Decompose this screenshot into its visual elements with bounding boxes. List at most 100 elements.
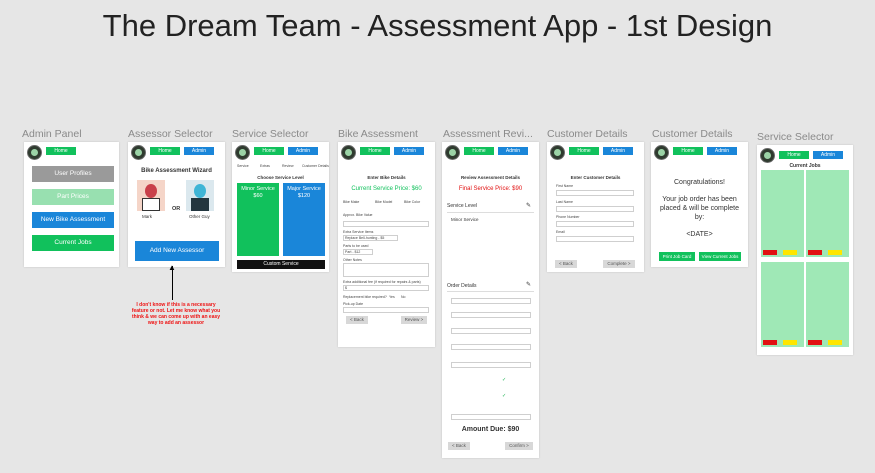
step-service: Service xyxy=(237,164,249,168)
phone-input[interactable] xyxy=(556,221,634,227)
edit-service-icon[interactable]: ✎ xyxy=(526,202,531,209)
service-level-title: Service Level xyxy=(447,203,478,209)
divider xyxy=(447,212,534,213)
back-button[interactable]: < Back xyxy=(346,316,368,324)
bike-assessment-screen: Home Admin Enter Bike Details Current Se… xyxy=(338,142,435,347)
assessor-note: I don't know if this is a necessary feat… xyxy=(131,302,221,326)
home-button[interactable]: Home xyxy=(673,147,703,155)
major-title: Major Service xyxy=(287,186,321,192)
current-jobs-screen: Home Admin Current Jobs xyxy=(757,145,853,355)
logo-icon xyxy=(445,145,460,160)
label-bike-make: Bike Make xyxy=(343,200,360,204)
label-bike-assessment: Bike Assessment xyxy=(338,128,418,140)
minor-title: Minor Service xyxy=(241,186,275,192)
view-current-jobs-button[interactable]: View Current Jobs xyxy=(699,252,741,261)
admin-button[interactable]: Admin xyxy=(288,147,318,155)
label-admin-panel: Admin Panel xyxy=(22,128,82,140)
home-button[interactable]: Home xyxy=(46,147,76,155)
home-button[interactable]: Home xyxy=(254,147,284,155)
logo-icon xyxy=(654,145,669,160)
label-parts: Parts to be used xyxy=(343,244,369,248)
admin-button[interactable]: Admin xyxy=(603,147,633,155)
admin-button[interactable]: Admin xyxy=(184,147,214,155)
customer-heading: Enter Customer Details xyxy=(570,175,621,180)
label-service-selector: Service Selector xyxy=(232,128,309,140)
logo-icon xyxy=(341,145,356,160)
assessor-avatar-other[interactable] xyxy=(186,180,214,211)
review-heading: Review Assessment Details xyxy=(460,175,521,180)
job-card[interactable] xyxy=(806,262,849,347)
parts-select[interactable]: Part - $12 xyxy=(343,249,373,255)
label-last-name: Last Name xyxy=(556,200,573,204)
label-customer-details-1: Customer Details xyxy=(547,128,628,140)
back-button[interactable]: < Back xyxy=(555,260,577,268)
major-service-card[interactable]: Major Service $120 xyxy=(283,183,325,256)
check-icon: ✓ xyxy=(502,393,507,399)
current-price: Current Service Price: $60 xyxy=(351,186,422,192)
add-assessor-button[interactable]: Add New Assessor xyxy=(135,241,219,261)
replacement-yes[interactable]: Yes xyxy=(389,295,395,299)
other-notes-input[interactable] xyxy=(343,263,429,277)
label-pickup: Pick-up Date xyxy=(343,302,364,306)
major-price: $120 xyxy=(297,193,311,199)
review-button[interactable]: Review > xyxy=(401,316,427,324)
assessor-avatar-mark[interactable] xyxy=(137,180,165,211)
confirm-message: Your job order has been placed & will be… xyxy=(660,196,739,221)
label-customer-details-2: Customer Details xyxy=(652,128,733,140)
last-name-input[interactable] xyxy=(556,206,634,212)
first-name-input[interactable] xyxy=(556,190,634,196)
wizard-heading: Bike Assessment Wizard xyxy=(141,168,212,174)
label-bike-model: Bike Model xyxy=(375,200,393,204)
part-prices-button[interactable]: Part Prices xyxy=(32,189,114,205)
job-card[interactable] xyxy=(761,262,804,347)
print-job-card-button[interactable]: Print Job Card xyxy=(659,252,695,261)
job-card[interactable] xyxy=(806,170,849,257)
label-extra-items: Extra Service Items xyxy=(343,230,374,234)
label-extra-fee: Extra additional fee (if required for re… xyxy=(343,280,421,284)
step-extras: Extras xyxy=(260,164,270,168)
label-assessor-selector: Assessor Selector xyxy=(128,128,213,140)
minor-service-card[interactable]: Minor Service $60 xyxy=(237,183,279,256)
page-title: The Dream Team - Assessment App - 1st De… xyxy=(102,8,773,43)
custom-service-button[interactable]: Custom Service xyxy=(237,260,325,269)
home-button[interactable]: Home xyxy=(360,147,390,155)
home-button[interactable]: Home xyxy=(569,147,599,155)
confirm-button[interactable]: Confirm > xyxy=(505,442,533,450)
service-selector-screen: Home Admin Service Extras Review Custome… xyxy=(232,142,329,272)
home-button[interactable]: Home xyxy=(464,147,494,155)
person2-name: Other Guy xyxy=(189,214,210,219)
admin-button[interactable]: Admin xyxy=(813,151,843,159)
admin-button[interactable]: Admin xyxy=(707,147,737,155)
approx-value-input[interactable] xyxy=(343,221,429,227)
home-button[interactable]: Home xyxy=(150,147,180,155)
home-button[interactable]: Home xyxy=(779,151,809,159)
complete-button[interactable]: Complete > xyxy=(603,260,635,268)
pickup-date-input[interactable] xyxy=(343,307,429,313)
edit-order-icon[interactable]: ✎ xyxy=(526,281,531,288)
new-bike-assessment-button[interactable]: New Bike Assessment xyxy=(32,212,114,228)
extra-items-select[interactable]: Replace Bell-hunting - $5 xyxy=(343,235,398,241)
label-bike-color: Bike Color xyxy=(404,200,421,204)
label-assessment-review: Assessment Revi... xyxy=(443,128,533,140)
admin-button[interactable]: Admin xyxy=(394,147,424,155)
label-phone: Phone Number xyxy=(556,215,580,219)
extra-fee-input[interactable]: $ xyxy=(343,285,429,291)
customer-details-screen: Home Admin Enter Customer Details First … xyxy=(547,142,644,272)
amount-due: Amount Due: $90 xyxy=(461,426,520,433)
label-service-selector-2: Service Selector xyxy=(757,131,834,143)
person1-name: Mark xyxy=(142,214,152,219)
label-email: Email xyxy=(556,230,565,234)
logo-icon xyxy=(760,148,775,163)
current-jobs-heading: Current Jobs xyxy=(789,163,821,169)
label-replacement: Replacement bike required? xyxy=(343,295,387,299)
back-button[interactable]: < Back xyxy=(448,442,470,450)
review-field xyxy=(451,362,531,368)
email-input[interactable] xyxy=(556,236,634,242)
user-profiles-button[interactable]: User Profiles xyxy=(32,166,114,182)
admin-button[interactable]: Admin xyxy=(498,147,528,155)
job-card[interactable] xyxy=(761,170,804,257)
replacement-no[interactable]: No xyxy=(401,295,405,299)
service-heading: Choose Service Level xyxy=(257,175,304,180)
current-jobs-button[interactable]: Current Jobs xyxy=(32,235,114,251)
admin-panel-screen: Home User Profiles Part Prices New Bike … xyxy=(24,142,119,267)
